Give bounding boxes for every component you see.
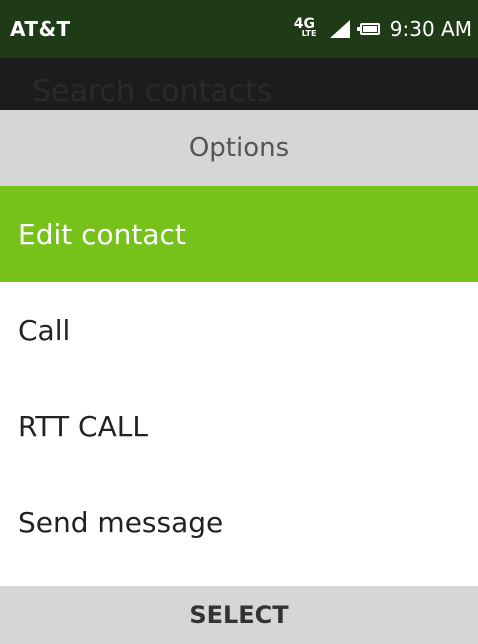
network-sub-badge: LTE — [301, 29, 317, 38]
menu-item-rtt-call[interactable]: RTT CALL — [0, 378, 478, 474]
menu-item-label: Send message — [18, 505, 224, 539]
battery-icon — [356, 23, 380, 35]
menu-item-call[interactable]: Call — [0, 282, 478, 378]
status-icons: 4G LTE 9:30 AM — [294, 16, 472, 42]
options-header: Options — [0, 110, 478, 186]
screen: AT&T 4G LTE 9:30 AM Search contacts Opti… — [0, 0, 478, 644]
carrier-label: AT&T — [10, 17, 71, 41]
menu-item-send-message[interactable]: Send message — [0, 474, 478, 570]
menu-item-label: RTT CALL — [18, 409, 148, 443]
select-softkey[interactable]: SELECT — [189, 601, 288, 629]
clock: 9:30 AM — [389, 17, 472, 41]
search-bar[interactable]: Search contacts — [0, 58, 478, 110]
signal-icon — [329, 20, 350, 38]
options-title: Options — [188, 133, 290, 163]
status-bar: AT&T 4G LTE 9:30 AM — [0, 0, 478, 58]
options-menu: Edit contact Call RTT CALL Send message — [0, 186, 478, 570]
menu-item-edit-contact[interactable]: Edit contact — [0, 186, 478, 282]
menu-item-label: Edit contact — [18, 217, 186, 251]
softkey-bar: SELECT — [0, 586, 478, 644]
network-4g-lte-icon: 4G LTE — [294, 16, 320, 42]
search-input[interactable]: Search contacts — [32, 74, 273, 109]
menu-item-label: Call — [18, 313, 71, 347]
